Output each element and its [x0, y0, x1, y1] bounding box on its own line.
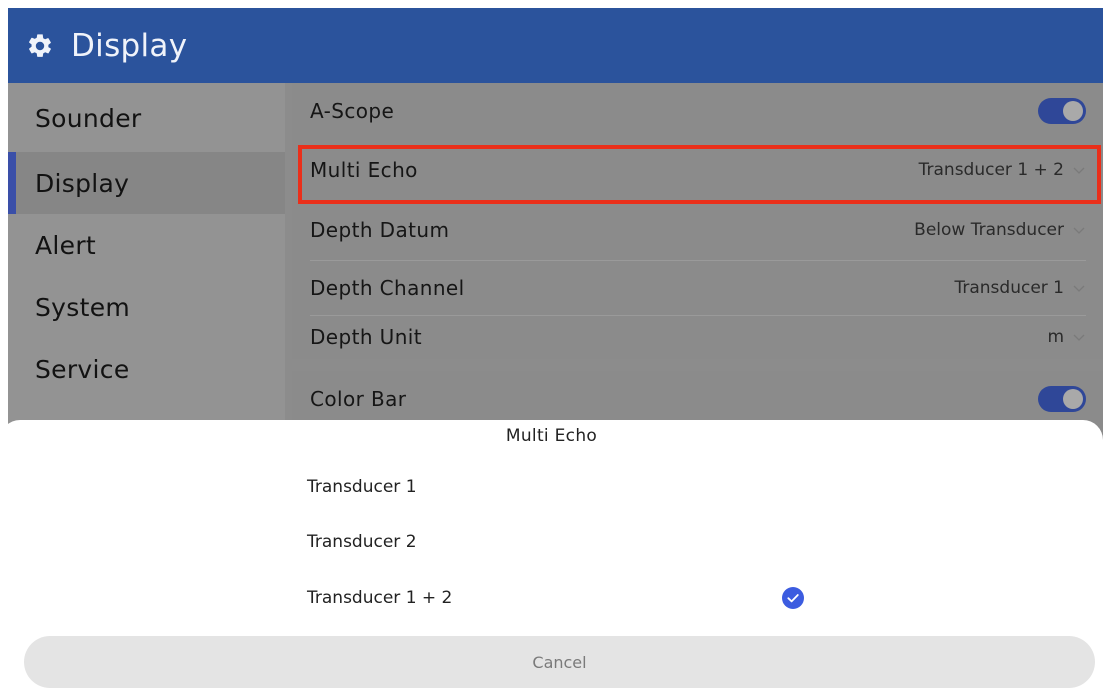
- setting-a-scope: A-Scope: [292, 83, 1103, 139]
- cancel-label: Cancel: [532, 652, 587, 672]
- sidebar-item-service[interactable]: Service: [8, 338, 285, 400]
- setting-depth-datum[interactable]: Depth Datum Below Transducer: [292, 203, 1103, 257]
- sidebar-item-label: Alert: [35, 230, 97, 260]
- option-label: Transducer 2: [307, 532, 417, 552]
- depth-unit-value: m: [1047, 327, 1064, 347]
- sidebar-item-label: Sounder: [35, 103, 142, 133]
- option-label: Transducer 1: [307, 477, 417, 497]
- sidebar-item-display[interactable]: Display: [8, 152, 285, 214]
- setting-label: Color Bar: [310, 387, 407, 411]
- option-transducer-2[interactable]: Transducer 2: [307, 520, 827, 564]
- gear-icon: [25, 31, 55, 61]
- chevron-down-icon: [1072, 165, 1086, 175]
- option-transducer-1-2[interactable]: Transducer 1 + 2: [307, 576, 827, 620]
- color-bar-toggle[interactable]: [1038, 386, 1086, 412]
- sidebar-item-alert[interactable]: Alert: [8, 214, 285, 276]
- setting-label: Multi Echo: [310, 158, 418, 182]
- chevron-down-icon: [1072, 225, 1086, 235]
- cancel-button[interactable]: Cancel: [24, 636, 1095, 688]
- a-scope-toggle[interactable]: [1038, 98, 1086, 124]
- multi-echo-bottom-sheet: Multi Echo Transducer 1 Transducer 2 Tra…: [0, 420, 1103, 695]
- sidebar-item-label: Service: [35, 354, 130, 384]
- multi-echo-value: Transducer 1 + 2: [918, 160, 1064, 180]
- setting-label: Depth Unit: [310, 325, 422, 349]
- sidebar-item-label: System: [35, 292, 131, 322]
- setting-color-bar: Color Bar: [292, 371, 1103, 427]
- toggle-knob: [1063, 101, 1083, 121]
- setting-multi-echo[interactable]: Multi Echo Transducer 1 + 2: [292, 139, 1103, 201]
- sheet-title: Multi Echo: [505, 426, 598, 446]
- setting-depth-channel[interactable]: Depth Channel Transducer 1: [292, 261, 1103, 315]
- toggle-knob: [1063, 389, 1083, 409]
- sidebar-item-system[interactable]: System: [8, 276, 285, 338]
- check-circle-icon: [782, 587, 804, 609]
- setting-depth-unit[interactable]: Depth Unit m: [292, 316, 1103, 358]
- option-transducer-1[interactable]: Transducer 1: [307, 465, 827, 509]
- setting-label: Depth Channel: [310, 276, 465, 300]
- depth-channel-value: Transducer 1: [954, 278, 1064, 298]
- header-bar: Display: [8, 8, 1103, 83]
- sidebar-item-sounder[interactable]: Sounder: [8, 87, 285, 149]
- depth-datum-value: Below Transducer: [914, 220, 1064, 240]
- chevron-down-icon: [1072, 283, 1086, 293]
- option-label: Transducer 1 + 2: [307, 588, 453, 608]
- setting-label: A-Scope: [310, 99, 395, 123]
- settings-panel: A-Scope Multi Echo Transducer 1 + 2 Dept…: [292, 83, 1103, 359]
- chevron-down-icon: [1072, 332, 1086, 342]
- setting-label: Depth Datum: [310, 218, 450, 242]
- sidebar-item-label: Display: [35, 168, 130, 198]
- page-title: Display: [71, 27, 188, 64]
